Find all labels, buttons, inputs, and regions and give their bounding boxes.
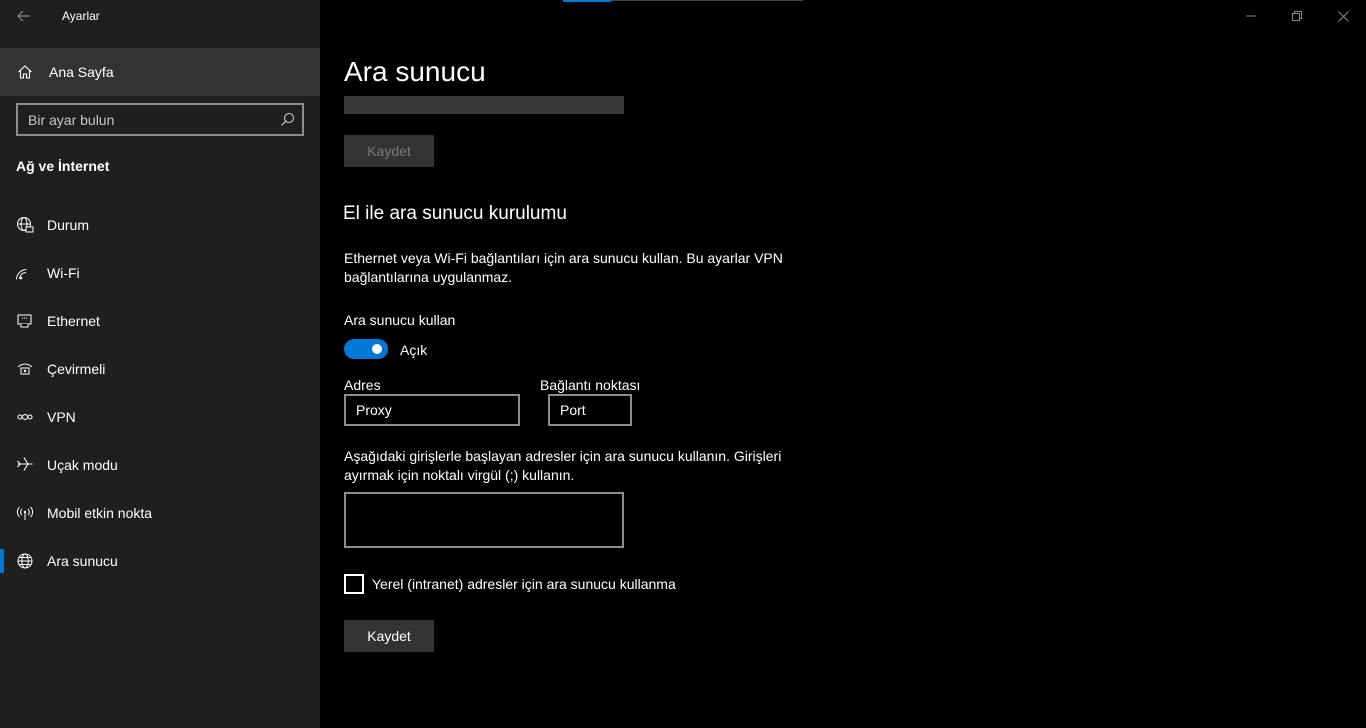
sidebar-item-cevirmeli[interactable]: Çevirmeli xyxy=(0,345,320,393)
sidebar-item-vpn[interactable]: VPN xyxy=(0,393,320,441)
sidebar-item-label: Wi-Fi xyxy=(47,265,80,281)
home-label: Ana Sayfa xyxy=(49,64,114,80)
sidebar: Ayarlar Ana Sayfa Ağ ve İnternet Durum W… xyxy=(0,0,320,728)
sidebar-item-wifi[interactable]: Wi-Fi xyxy=(0,249,320,297)
port-input[interactable]: Port xyxy=(548,394,632,426)
manual-proxy-heading: El ile ara sunucu kurulumu xyxy=(343,203,567,224)
toggle-state-label: Açık xyxy=(400,342,428,358)
address-label: Adres xyxy=(344,377,381,393)
title-bar: Ayarlar xyxy=(0,0,320,32)
sidebar-item-label: Ethernet xyxy=(47,313,100,329)
restore-icon xyxy=(1292,11,1302,21)
ethernet-icon xyxy=(16,312,34,330)
manual-proxy-description: Ethernet veya Wi-Fi bağlantıları için ar… xyxy=(344,250,783,285)
back-button[interactable] xyxy=(0,0,48,32)
sidebar-item-label: Mobil etkin nokta xyxy=(47,505,153,521)
sidebar-item-mobil-etkin-nokta[interactable]: Mobil etkin nokta xyxy=(0,489,320,537)
section-title: Ağ ve İnternet xyxy=(16,158,110,174)
sidebar-item-label: VPN xyxy=(47,409,76,425)
top-indicator-highlight xyxy=(563,0,611,2)
sidebar-item-label: Ara sunucu xyxy=(47,553,118,569)
top-indicator xyxy=(563,0,803,2)
globe-status-icon xyxy=(16,216,34,234)
globe-icon xyxy=(16,552,34,570)
save-button-disabled: Kaydet xyxy=(344,135,434,167)
minimize-button[interactable] xyxy=(1228,0,1274,32)
minimize-icon xyxy=(1246,15,1256,17)
sidebar-item-durum[interactable]: Durum xyxy=(0,201,320,249)
airplane-icon xyxy=(16,456,34,474)
address-input[interactable]: Proxy xyxy=(344,394,520,426)
port-label: Bağlantı noktası xyxy=(540,377,641,393)
hotspot-icon xyxy=(16,504,34,522)
main-content: Ara sunucu Kaydet El ile ara sunucu kuru… xyxy=(320,0,1366,728)
sidebar-item-label: Uçak modu xyxy=(47,457,118,473)
local-bypass-label: Yerel (intranet) adresler için ara sunuc… xyxy=(372,576,676,592)
back-arrow-icon xyxy=(17,10,30,22)
close-button[interactable] xyxy=(1320,0,1366,32)
use-proxy-label: Ara sunucu kullan xyxy=(344,312,456,328)
page-title: Ara sunucu xyxy=(344,56,486,87)
close-icon xyxy=(1337,10,1349,22)
toggle-knob xyxy=(372,344,382,354)
sidebar-item-ara-sunucu[interactable]: Ara sunucu xyxy=(0,537,320,585)
sidebar-item-ethernet[interactable]: Ethernet xyxy=(0,297,320,345)
exceptions-description: Aşağıdaki girişlerle başlayan adresler i… xyxy=(344,448,782,483)
home-icon xyxy=(17,64,33,80)
setup-script-field xyxy=(344,96,624,114)
sidebar-nav: Durum Wi-Fi Ethernet Çevirmeli VPN Uçak … xyxy=(0,201,320,585)
sidebar-item-label: Durum xyxy=(47,217,90,233)
use-proxy-toggle[interactable] xyxy=(344,339,388,359)
sidebar-item-home[interactable]: Ana Sayfa xyxy=(0,48,320,96)
sidebar-item-label: Çevirmeli xyxy=(47,361,106,377)
restore-button[interactable] xyxy=(1274,0,1320,32)
app-title: Ayarlar xyxy=(62,9,100,23)
sidebar-item-ucak-modu[interactable]: Uçak modu xyxy=(0,441,320,489)
local-bypass-checkbox[interactable] xyxy=(344,574,364,594)
vpn-icon xyxy=(16,408,34,426)
search-input[interactable] xyxy=(28,111,268,128)
save-button[interactable]: Kaydet xyxy=(344,620,434,652)
exceptions-input[interactable] xyxy=(344,492,624,548)
wifi-icon xyxy=(16,264,34,282)
dialup-icon xyxy=(16,360,34,378)
search-icon[interactable] xyxy=(280,112,295,127)
window-controls xyxy=(1228,0,1366,32)
search-box[interactable] xyxy=(16,103,304,136)
